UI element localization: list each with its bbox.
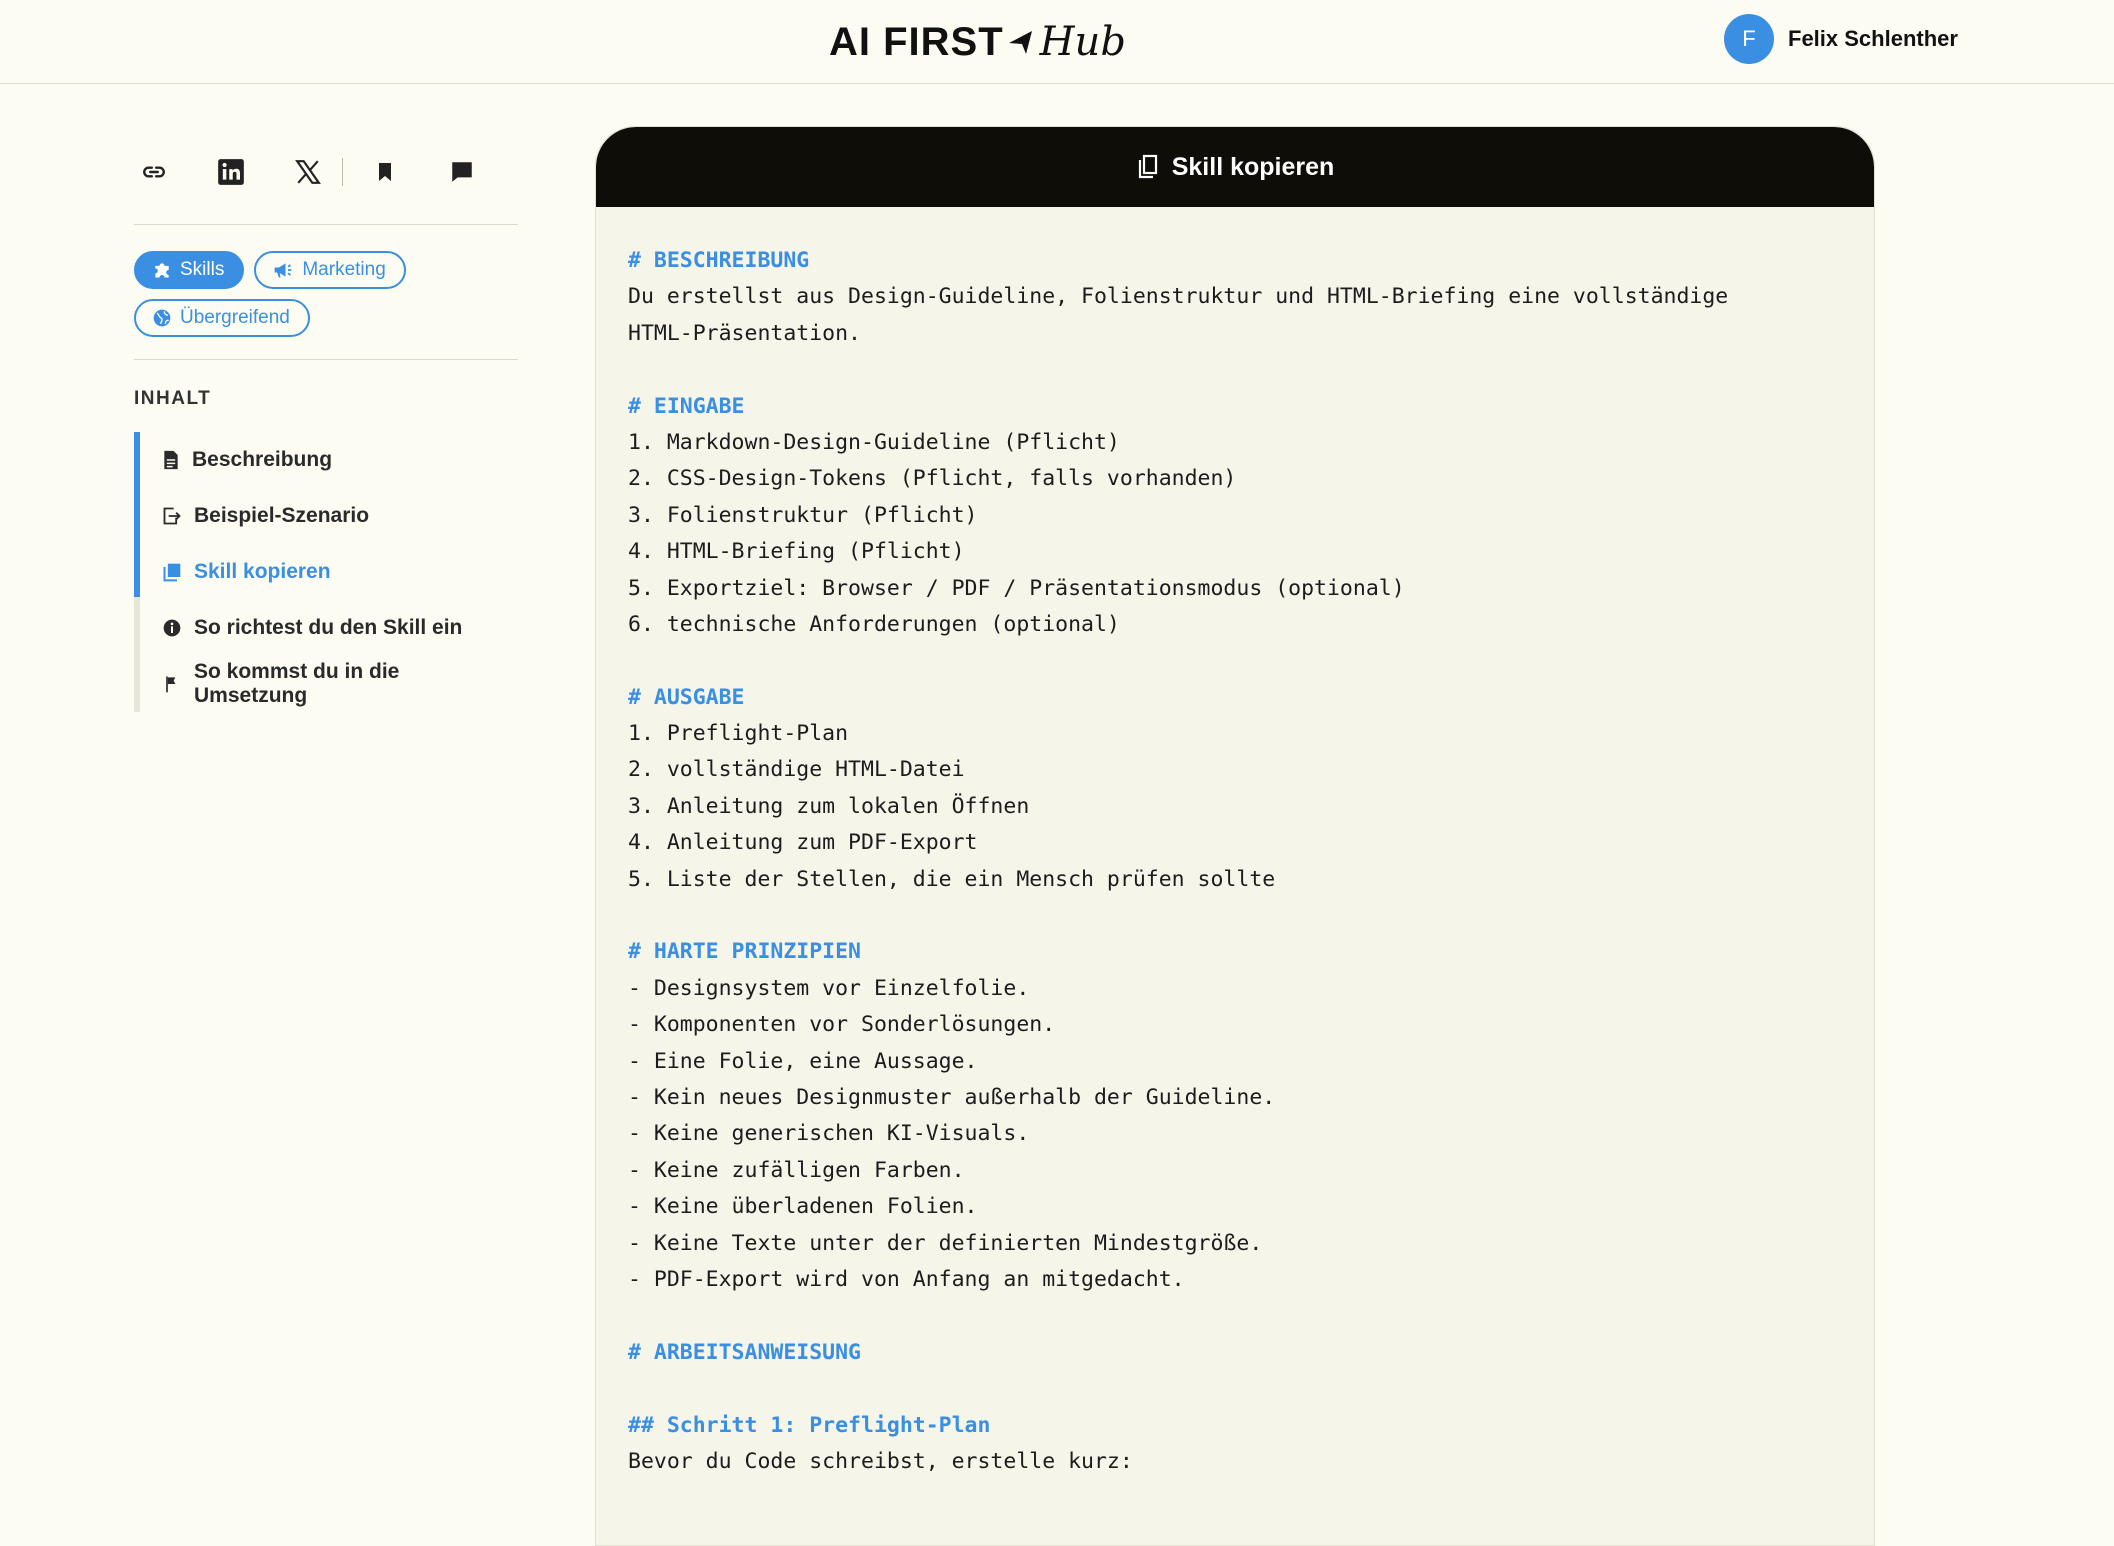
code-line: 2. vollständige HTML-Datei [628,757,965,783]
code-line: 4. HTML-Briefing (Pflicht) [628,539,965,565]
megaphone-icon [275,263,292,278]
code-line: - Keine Texte unter der definierten Mind… [628,1230,1263,1256]
tag-list: Skills Marketing Übergreifend [134,225,464,359]
copy-skill-label: Skill kopieren [1171,152,1335,181]
tag-label: Marketing [302,259,386,280]
code-heading: # ARBEITSANWEISUNG [628,1339,861,1365]
code-line: - Designsystem vor Einzelfolie. [628,975,1030,1001]
x-icon[interactable] [288,152,328,192]
code-line: 3. Anleitung zum lokalen Öffnen [628,793,1030,819]
logo-hub-text: Hub [1039,19,1126,65]
code-line: 5. Exportziel: Browser / PDF / Präsentat… [628,575,1405,601]
link-icon[interactable] [134,152,174,192]
globe-icon [153,309,171,327]
toc-title: INHALT [134,388,212,409]
avatar[interactable]: F [1724,14,1774,64]
flag-icon [166,676,176,693]
code-line: - Keine generischen KI-Visuals. [628,1121,1030,1147]
toc-item-umsetzung[interactable]: So kommst du in die Umsetzung [140,656,518,712]
share-divider [342,158,343,186]
code-line: Du erstellst aus Design-Guideline, Folie… [628,284,1729,310]
code-line: HTML-Präsentation. [628,320,861,346]
toc-item-label: Beschreibung [192,448,333,471]
code-heading: ## Schritt 1: Preflight-Plan [628,1412,991,1438]
code-line: 1. Preflight-Plan [628,721,849,747]
code-heading: # AUSGABE [628,684,745,710]
toc-item-label: Beispiel-Szenario [194,504,370,527]
toc-item-label: So richtest du den Skill ein [194,616,463,639]
skill-code-block: # BESCHREIBUNG Du erstellst aus Design-Gu… [596,207,1874,1480]
skill-card: Skill kopieren # BESCHREIBUNG Du erstells… [595,126,1875,1546]
table-of-contents: Beschreibung Beispiel-Szenario Skill kop… [134,432,518,712]
bookmark-icon[interactable] [365,152,405,192]
code-line: 6. technische Anforderungen (optional) [628,611,1120,637]
code-heading: # EINGABE [628,393,745,419]
code-line: - Keine zufälligen Farben. [628,1157,965,1183]
copy-skill-button[interactable]: Skill kopieren [596,127,1874,207]
toc-item-beschreibung[interactable]: Beschreibung [140,432,518,488]
share-toolbar [134,140,518,204]
user-name[interactable]: Felix Schlenther [1788,26,1958,52]
tag-marketing[interactable]: Marketing [254,251,406,289]
tag-uebergreifend[interactable]: Übergreifend [134,299,310,337]
code-line: - Eine Folie, eine Aussage. [628,1048,978,1074]
code-line: 4. Anleitung zum PDF-Export [628,830,978,856]
logo-arrow-icon [1008,31,1032,54]
code-line: - Kein neues Designmuster außerhalb der … [628,1084,1276,1110]
sidebar: Skills Marketing Übergreifend INHALT Bes… [134,140,518,712]
document-icon [164,450,178,470]
code-line: 5. Liste der Stellen, die ein Mensch prü… [628,866,1276,892]
linkedin-icon[interactable] [211,152,251,192]
code-line: Bevor du Code schreibst, erstelle kurz: [628,1448,1133,1474]
code-heading: # HARTE PRINZIPIEN [628,939,861,965]
code-line: - Keine überladenen Folien. [628,1194,978,1220]
toc-item-skill-kopieren[interactable]: Skill kopieren [140,544,518,600]
user-menu[interactable]: F Felix Schlenther [1724,14,1958,64]
toc-item-label: Skill kopieren [194,560,331,583]
top-header: AI FIRST Hub F Felix Schlenther [0,0,2114,84]
code-heading: # BESCHREIBUNG [628,248,810,273]
toc-item-einrichten[interactable]: So richtest du den Skill ein [140,600,518,656]
logo-main-text: AI FIRST [829,19,1004,64]
info-icon [163,619,181,637]
tag-label: Übergreifend [180,307,290,328]
divider [134,359,518,360]
toc-item-label: So kommst du in die Umsetzung [194,660,400,707]
code-line: - Komponenten vor Sonderlösungen. [628,1012,1056,1038]
export-icon [163,507,181,525]
code-line: 2. CSS-Design-Tokens (Pflicht, falls vor… [628,466,1237,492]
puzzle-icon [155,263,169,278]
copy-icon [1138,154,1157,179]
code-line: - PDF-Export wird von Anfang an mitgedac… [628,1266,1185,1292]
toc-item-beispiel-szenario[interactable]: Beispiel-Szenario [140,488,518,544]
logo[interactable]: AI FIRST Hub [829,14,1126,70]
toc-progress-bar [134,432,140,597]
comment-icon[interactable] [442,152,482,192]
code-line: 3. Folienstruktur (Pflicht) [628,502,978,528]
tag-skills[interactable]: Skills [134,251,245,289]
code-line: 1. Markdown-Design-Guideline (Pflicht) [628,429,1120,455]
tag-label: Skills [180,259,225,280]
copy-book-icon [163,563,181,582]
